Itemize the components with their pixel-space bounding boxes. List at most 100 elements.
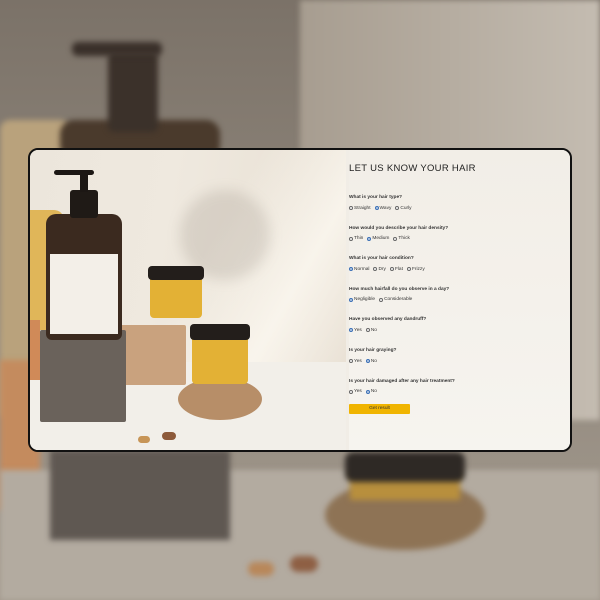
question: How much hairfall do you observe in a da… bbox=[349, 287, 449, 303]
radio-button[interactable] bbox=[374, 206, 379, 210]
radio-label: Curly bbox=[400, 205, 412, 211]
radio-button[interactable] bbox=[393, 236, 398, 241]
radio-label: Straight bbox=[354, 205, 371, 211]
radio-option[interactable]: Yes bbox=[349, 359, 362, 364]
radio-label: No bbox=[370, 389, 377, 395]
radio-button[interactable] bbox=[406, 267, 411, 272]
radio-option[interactable]: Yes bbox=[349, 389, 362, 394]
radio-group: Yes No bbox=[349, 327, 426, 333]
radio-button[interactable] bbox=[379, 297, 384, 302]
radio-button[interactable] bbox=[349, 328, 353, 333]
radio-label: Considerable bbox=[384, 297, 413, 303]
radio-group: Negligible Considerable bbox=[349, 297, 449, 303]
radio-option[interactable]: Thin bbox=[349, 236, 363, 241]
radio-option[interactable]: No bbox=[365, 389, 377, 395]
question-label: Is your hair damaged after any hair trea… bbox=[349, 378, 455, 384]
bg-pill bbox=[248, 562, 274, 576]
radio-label: Thick bbox=[398, 236, 410, 242]
hair-quiz-modal: LET US KNOW YOUR HAIR What is your hair … bbox=[28, 148, 572, 452]
question-label: How would you describe your hair density… bbox=[349, 225, 449, 231]
radio-button[interactable] bbox=[349, 267, 353, 272]
radio-button[interactable] bbox=[373, 267, 378, 272]
radio-option[interactable]: Curly bbox=[395, 205, 412, 211]
bg-jar-lid bbox=[345, 452, 465, 482]
radio-label: Thin bbox=[354, 236, 364, 242]
question-label: What is your hair type? bbox=[349, 195, 403, 200]
question: What is your hair type? Straight Wavy Curly bbox=[349, 195, 412, 211]
radio-button[interactable] bbox=[349, 206, 353, 210]
question: Have you observed any dandruff? Yes No bbox=[349, 317, 426, 333]
bg-bottle-neck bbox=[108, 52, 158, 132]
radio-label: Frizzy bbox=[411, 266, 425, 272]
radio-option[interactable]: Thick bbox=[393, 236, 410, 242]
jar-body bbox=[150, 278, 202, 318]
radio-option[interactable]: Straight bbox=[349, 206, 371, 211]
hair-quiz-form: LET US KNOW YOUR HAIR What is your hair … bbox=[349, 150, 570, 450]
radio-option[interactable]: Medium bbox=[367, 236, 389, 241]
radio-group: Thin Medium Thick bbox=[349, 236, 448, 242]
radio-group: Normal Dry Flat Frizzy bbox=[349, 266, 425, 272]
question-label: What is your hair condition? bbox=[349, 256, 414, 262]
radio-label: No bbox=[370, 358, 377, 364]
radio-option[interactable]: Wavy bbox=[374, 205, 392, 211]
radio-button[interactable] bbox=[365, 328, 370, 333]
coaster bbox=[178, 378, 262, 420]
form-title: LET US KNOW YOUR HAIR bbox=[349, 163, 476, 174]
bg-stone-block bbox=[50, 450, 230, 540]
question: Is your hair damaged after any hair trea… bbox=[349, 379, 455, 395]
radio-group: Straight Wavy Curly bbox=[349, 205, 412, 211]
radio-button[interactable] bbox=[395, 206, 400, 210]
stone-block bbox=[40, 330, 126, 422]
radio-label: Flat bbox=[394, 266, 403, 272]
radio-option[interactable]: Flat bbox=[389, 266, 403, 272]
radio-label: Wavy bbox=[379, 205, 392, 211]
question-label: Is your hair graying? bbox=[349, 348, 397, 353]
bottle-pump bbox=[54, 170, 94, 175]
question: What is your hair condition? Normal Dry Fla… bbox=[349, 256, 425, 272]
radio-label: Medium bbox=[372, 236, 390, 242]
radio-button[interactable] bbox=[367, 236, 372, 241]
radio-label: No bbox=[370, 327, 377, 333]
radio-button[interactable] bbox=[349, 359, 353, 363]
pill bbox=[162, 432, 176, 440]
radio-label: Yes bbox=[354, 358, 362, 364]
radio-button[interactable] bbox=[365, 389, 370, 394]
jar-lid bbox=[190, 324, 250, 340]
left-orange-object bbox=[30, 320, 40, 380]
question: Is your hair graying? Yes No bbox=[349, 348, 396, 364]
bg-pill bbox=[290, 556, 318, 572]
wood-block bbox=[116, 325, 186, 385]
radio-option[interactable]: Normal bbox=[349, 267, 369, 272]
jar-lid bbox=[148, 266, 204, 280]
radio-label: Normal bbox=[354, 266, 370, 272]
question: How would you describe your hair density… bbox=[349, 226, 448, 242]
radio-button[interactable] bbox=[365, 359, 370, 363]
jar-body bbox=[192, 338, 248, 384]
pill bbox=[138, 436, 150, 443]
radio-option[interactable]: No bbox=[365, 327, 377, 333]
radio-button[interactable] bbox=[389, 267, 394, 272]
radio-label: Dry bbox=[378, 266, 386, 272]
bottle-neck bbox=[70, 190, 98, 218]
radio-option[interactable]: Frizzy bbox=[406, 266, 425, 272]
radio-button[interactable] bbox=[349, 297, 353, 302]
radio-button[interactable] bbox=[349, 236, 353, 241]
radio-button[interactable] bbox=[349, 389, 353, 394]
question-label: How much hairfall do you observe in a da… bbox=[349, 286, 450, 292]
bottle-label bbox=[50, 254, 118, 334]
radio-option[interactable]: Considerable bbox=[379, 297, 412, 302]
radio-group: Yes No bbox=[349, 389, 455, 395]
bottle-pump-stem bbox=[80, 172, 88, 192]
radio-option[interactable]: Negligible bbox=[349, 297, 375, 302]
radio-label: Yes bbox=[354, 327, 362, 333]
radio-option[interactable]: Dry bbox=[373, 266, 386, 272]
get-result-button[interactable]: Get result bbox=[349, 404, 410, 414]
question-label: Have you observed any dandruff? bbox=[349, 317, 427, 323]
radio-group: Yes No bbox=[349, 358, 396, 364]
product-photo bbox=[30, 150, 346, 450]
radio-option[interactable]: No bbox=[365, 358, 377, 364]
bg-bottle-pump bbox=[72, 42, 162, 56]
radio-option[interactable]: Yes bbox=[349, 328, 362, 333]
radio-label: Yes bbox=[354, 389, 362, 395]
radio-label: Negligible bbox=[354, 297, 376, 303]
